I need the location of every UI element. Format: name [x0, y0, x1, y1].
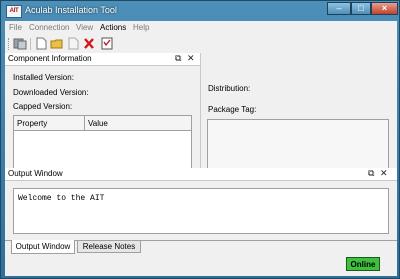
component-info-header: Component Information ⧉ ✕: [5, 53, 200, 66]
status-badge: Online: [346, 257, 380, 271]
menu-file[interactable]: File: [9, 23, 22, 32]
output-text: Welcome to the AIT: [18, 194, 105, 203]
open-folder-icon[interactable]: [50, 37, 64, 50]
output-window-panel: Output Window ⧉ ✕ Welcome to the AIT: [5, 168, 397, 240]
column-value[interactable]: Value: [88, 119, 108, 128]
close-icon[interactable]: ✕: [187, 53, 195, 64]
bottom-tab-strip: Output Window Release Notes: [5, 240, 397, 255]
close-window-button[interactable]: ×: [371, 2, 398, 15]
status-bar: Online: [5, 254, 397, 276]
menu-help[interactable]: Help: [133, 23, 149, 32]
delete-icon[interactable]: [82, 37, 96, 50]
component-info-title: Component Information: [8, 54, 92, 63]
menu-actions[interactable]: Actions: [100, 23, 126, 32]
output-window-title: Output Window: [8, 169, 63, 178]
installed-version-label: Installed Version:: [13, 73, 74, 82]
tab-release-notes[interactable]: Release Notes: [77, 241, 141, 253]
app-window: AIT Aculab Installation Tool – □ × File …: [0, 0, 400, 279]
toolbar-separator: [30, 38, 31, 50]
save-file-icon[interactable]: [66, 37, 80, 50]
downloaded-version-label: Downloaded Version:: [13, 88, 89, 97]
menu-connection[interactable]: Connection: [29, 23, 69, 32]
output-window-header: Output Window ⧉ ✕: [5, 168, 397, 181]
output-text-area[interactable]: Welcome to the AIT: [13, 188, 389, 234]
restore-icon[interactable]: ⧉: [175, 53, 181, 64]
property-table[interactable]: Property Value: [13, 115, 192, 173]
maximize-button[interactable]: □: [351, 2, 371, 15]
menu-bar: File Connection View Actions Help: [5, 21, 397, 35]
restore-icon[interactable]: ⧉: [368, 168, 374, 179]
tab-output-window[interactable]: Output Window: [11, 240, 75, 254]
toolbar-grip: [8, 38, 11, 50]
toolbar: [5, 35, 397, 54]
app-logo-icon: AIT: [6, 5, 22, 18]
title-bar[interactable]: AIT Aculab Installation Tool – □ ×: [1, 1, 400, 21]
distribution-label: Distribution:: [208, 84, 251, 93]
column-divider: [84, 116, 85, 130]
table-header: Property Value: [14, 116, 191, 131]
column-property[interactable]: Property: [17, 119, 47, 128]
server-connect-icon[interactable]: [13, 37, 27, 50]
window-title: Aculab Installation Tool: [25, 5, 117, 15]
package-info-panel: Distribution: Package Tag:: [201, 53, 397, 181]
component-info-panel: Component Information ⧉ ✕ Installed Vers…: [5, 53, 201, 181]
properties-icon[interactable]: [100, 37, 114, 50]
minimize-button[interactable]: –: [327, 2, 351, 15]
new-file-icon[interactable]: [34, 37, 48, 50]
package-tag-label: Package Tag:: [208, 105, 257, 114]
client-area: File Connection View Actions Help Compon…: [5, 21, 397, 276]
menu-view[interactable]: View: [76, 23, 93, 32]
close-icon[interactable]: ✕: [380, 168, 388, 179]
capped-version-label: Capped Version:: [13, 102, 73, 111]
